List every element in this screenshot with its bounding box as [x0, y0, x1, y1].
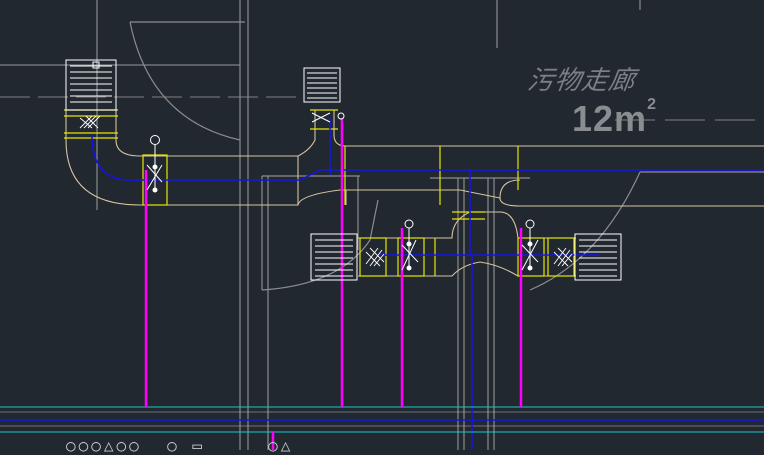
- air-grille-1[interactable]: [65, 59, 117, 111]
- drawing-canvas[interactable]: [0, 0, 764, 450]
- air-grille-2[interactable]: [303, 67, 341, 103]
- room-area-label: 12m2: [572, 96, 657, 140]
- bottom-annotation-text: ○○○△○○ ○ ▭ ○△: [66, 436, 294, 455]
- air-grille-4[interactable]: [574, 233, 622, 281]
- hvac-cad-drawing[interactable]: 污物走廊 12m2 ○○○△○○ ○ ▭ ○△: [0, 0, 764, 455]
- blue-pipe: [0, 118, 764, 450]
- room-name-label: 污物走廊: [525, 66, 638, 96]
- room-area-unit: 2: [647, 96, 657, 113]
- air-grille-3[interactable]: [310, 233, 358, 281]
- supply-duct: [65, 110, 764, 277]
- room-area-value: 12m: [572, 98, 648, 139]
- walls: [0, 0, 764, 450]
- riser-pipes: [144, 118, 523, 450]
